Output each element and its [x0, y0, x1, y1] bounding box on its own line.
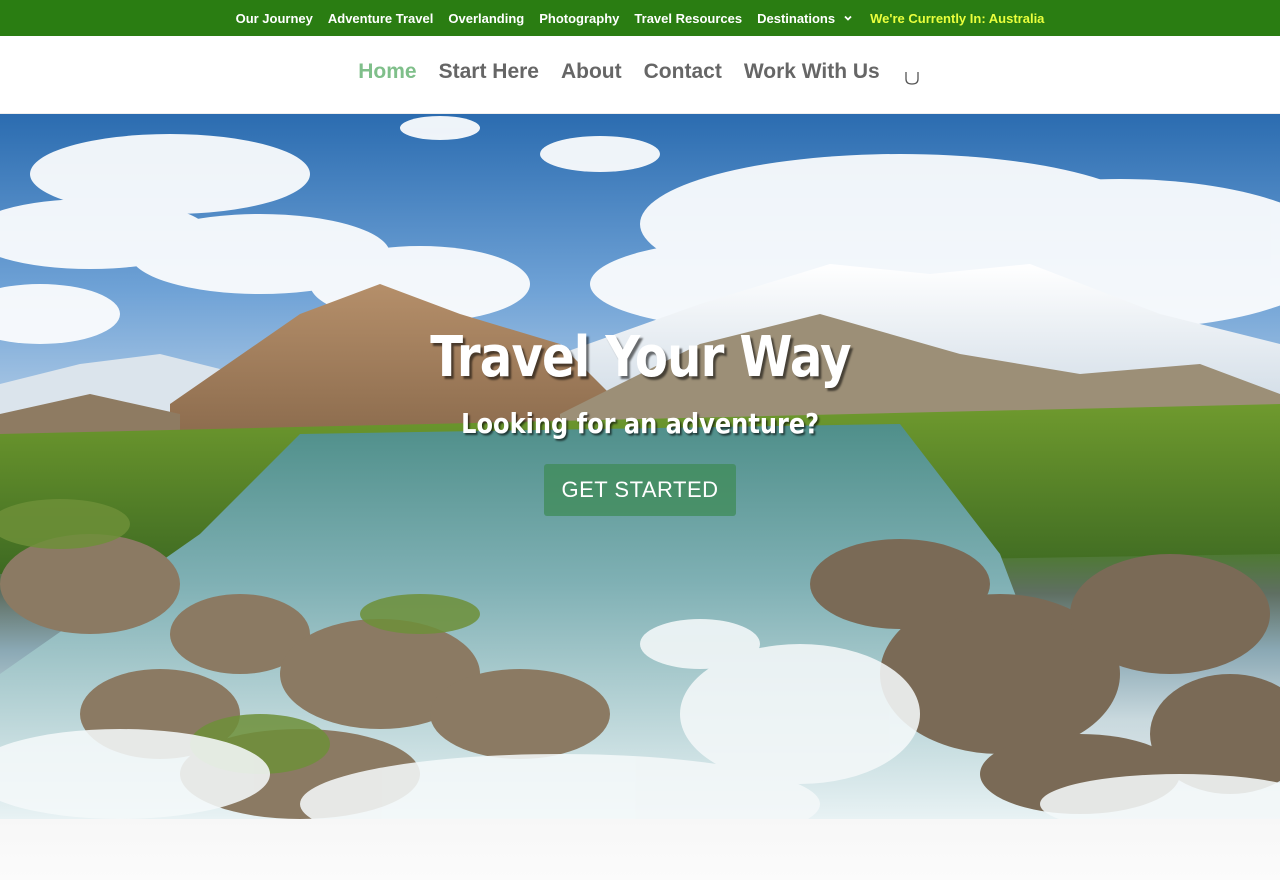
- top-link-overlanding[interactable]: Overlanding: [448, 11, 524, 26]
- chevron-down-icon[interactable]: [843, 13, 853, 23]
- get-started-button[interactable]: GET STARTED: [544, 464, 736, 516]
- main-navigation: Home Start Here About Contact Work With …: [0, 36, 1280, 114]
- main-menu: Home Start Here About Contact Work With …: [358, 56, 922, 88]
- top-link-our-journey[interactable]: Our Journey: [236, 11, 313, 26]
- top-link-destinations[interactable]: Destinations: [757, 11, 835, 26]
- nav-start-here[interactable]: Start Here: [439, 60, 539, 84]
- top-link-travel-resources[interactable]: Travel Resources: [634, 11, 742, 26]
- nav-contact[interactable]: Contact: [644, 60, 722, 84]
- search-icon: [905, 71, 919, 85]
- hero-section: Travel Your Way Looking for an adventure…: [0, 114, 1280, 819]
- next-section: [0, 819, 1280, 880]
- nav-work-with-us[interactable]: Work With Us: [744, 60, 880, 84]
- top-link-photography[interactable]: Photography: [539, 11, 619, 26]
- top-bar: Our Journey Adventure Travel Overlanding…: [0, 0, 1280, 36]
- search-button[interactable]: [902, 68, 922, 88]
- top-link-adventure-travel[interactable]: Adventure Travel: [328, 11, 434, 26]
- top-menu: Our Journey Adventure Travel Overlanding…: [236, 11, 1045, 26]
- hero-content: Travel Your Way Looking for an adventure…: [0, 114, 1280, 819]
- nav-about[interactable]: About: [561, 60, 622, 84]
- hero-subtitle: Looking for an adventure?: [460, 407, 820, 440]
- hero-title: Travel Your Way: [429, 325, 851, 390]
- nav-home[interactable]: Home: [358, 60, 416, 84]
- top-link-destinations-dropdown[interactable]: Destinations: [757, 11, 853, 26]
- current-location-link[interactable]: We're Currently In: Australia: [870, 11, 1044, 26]
